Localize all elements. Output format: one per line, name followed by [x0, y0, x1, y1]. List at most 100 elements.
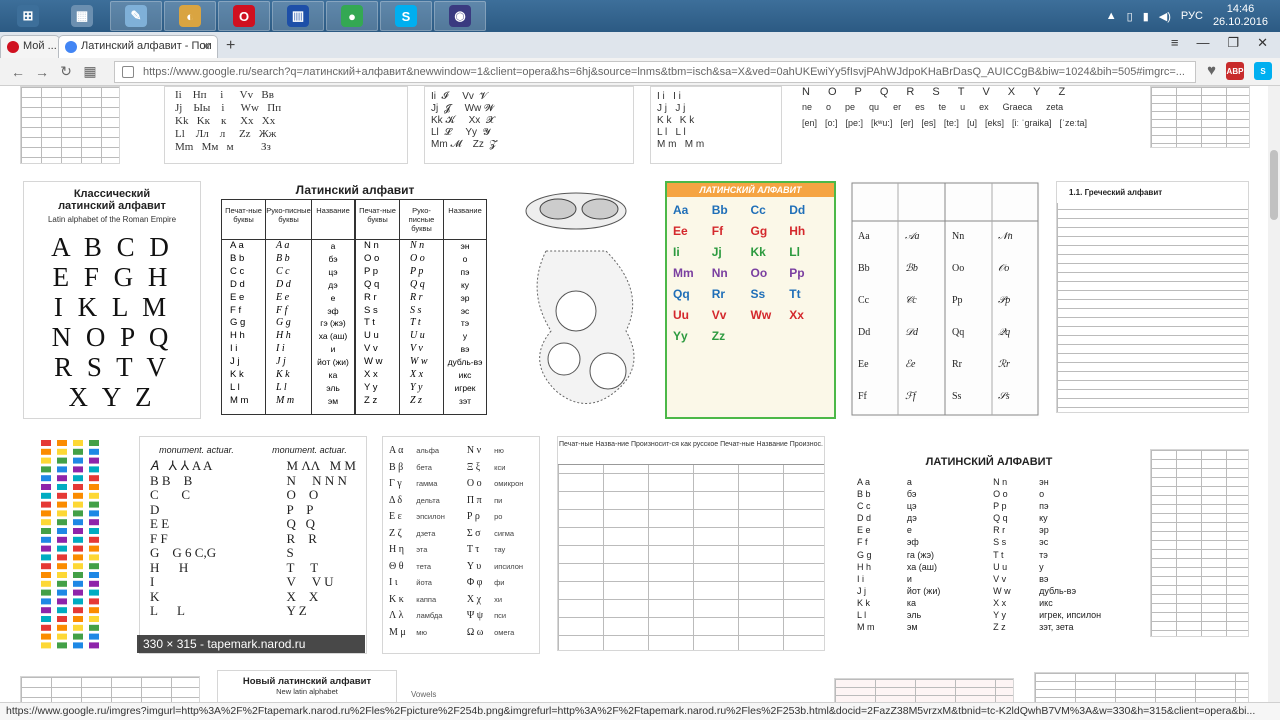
- close-window-icon[interactable]: ✕: [1257, 35, 1268, 51]
- alphabet-pair: Qq: [673, 287, 690, 301]
- svg-text:Bb: Bb: [858, 263, 870, 274]
- phonetic-name: u: [960, 102, 966, 112]
- tray-network-icon[interactable]: ▮: [1143, 10, 1149, 23]
- image-result[interactable]: Ii 𝓘 Vv 𝓥 Jj 𝓙 Ww 𝓦 Kk 𝓚 Xx 𝓧 Ll 𝓛 Yy 𝓨 Mm 𝓜…: [424, 86, 634, 164]
- minimize-icon[interactable]: —: [1196, 35, 1209, 51]
- table-cell-script: Y y: [410, 381, 423, 393]
- taskbar-start-button-button[interactable]: ⊞: [2, 1, 54, 31]
- tab-close-icon[interactable]: ✕: [202, 40, 211, 53]
- image-result-classic-alphabet[interactable]: Классический латинский алфавит Latin alp…: [23, 181, 201, 419]
- alphabet-pair: Uu: [673, 308, 689, 322]
- image-result[interactable]: [20, 676, 200, 702]
- table-cell-script: G g: [276, 317, 291, 329]
- tray-up-arrow-icon[interactable]: ▲: [1106, 10, 1117, 22]
- image-result-phonetic[interactable]: N O P Q R S T V X Y Z ne o pe qu er es te u ex Graeca zeta […: [796, 86, 1136, 132]
- taskbar-opera-button[interactable]: O: [218, 1, 270, 31]
- color-bar-cell: [73, 510, 83, 517]
- image-result-colorful-alphabet[interactable]: ЛАТИНСКИЙ АЛФАВИТ Aa Bb Cc Dd Ee Ff Gg Hh Ii Jj Kk…: [665, 181, 836, 419]
- table-cell-letter: U u: [364, 330, 379, 342]
- table-cell-script: Z z: [410, 394, 422, 406]
- taskbar-skype-button[interactable]: S: [380, 1, 432, 31]
- image-result[interactable]: [1150, 86, 1250, 148]
- taskbar-paint-button[interactable]: ◐: [164, 1, 216, 31]
- table-cell-script: M m: [276, 394, 295, 406]
- image-result-color-bars[interactable]: [37, 436, 107, 654]
- tray-clock[interactable]: 14:46 26.10.2016: [1213, 3, 1268, 29]
- table-header: Руко-писные буквы: [266, 200, 312, 239]
- scrollbar-thumb[interactable]: [1270, 150, 1278, 220]
- greek-letter: Ι ι: [389, 577, 398, 588]
- svg-text:ℰe: ℰe: [905, 359, 916, 370]
- forward-icon[interactable]: →: [30, 64, 54, 80]
- greek-name: ро: [494, 512, 503, 521]
- alphabet-row: E e е R r эр: [857, 524, 1135, 536]
- address-bar[interactable]: https://www.google.ru/search?q=латинский…: [114, 61, 1196, 83]
- color-bar-cell: [41, 642, 51, 649]
- bookmark-heart-icon[interactable]: ♥: [1207, 62, 1216, 80]
- apps-grid-icon[interactable]: ▦: [78, 63, 102, 80]
- tab-previous[interactable]: Мой ...: [0, 35, 60, 58]
- table-cell-letter: R r: [364, 291, 377, 303]
- image-result-drawing[interactable]: [506, 181, 652, 419]
- taskbar-network-button[interactable]: ▥: [272, 1, 324, 31]
- menu-icon[interactable]: ≡: [1171, 35, 1179, 51]
- greek-name: фи: [494, 578, 505, 587]
- back-icon[interactable]: ←: [6, 64, 30, 80]
- image-result[interactable]: [1150, 449, 1249, 637]
- drawing-illustration: [525, 192, 635, 404]
- color-bar-cell: [57, 633, 67, 640]
- image-result-latin-alphabet-2[interactable]: ЛАТИНСКИЙ АЛФАВИТ A a а N n эн B b бэ O o о C c ц…: [843, 448, 1135, 638]
- tray-device-icon[interactable]: ▯: [1127, 10, 1133, 23]
- alphabet-row: G g га (жэ) T t тэ: [857, 549, 1135, 561]
- taskbar-media-button[interactable]: ◉: [434, 1, 486, 31]
- image-result[interactable]: [1034, 672, 1249, 702]
- color-bar-cell: [73, 545, 83, 552]
- svg-text:𝒫p: 𝒫p: [998, 295, 1010, 306]
- vertical-scrollbar[interactable]: [1268, 86, 1280, 702]
- image-result[interactable]: Ii Hп i Vv Вв Jj Ыы i Ww Пп Kk Kк к Xx Х…: [164, 86, 408, 164]
- image-result[interactable]: [20, 86, 120, 164]
- alphabet-cell: L l: [857, 610, 867, 621]
- greek-letter: Υ υ: [466, 560, 482, 572]
- svg-text:ℬb: ℬb: [905, 263, 918, 274]
- skype-extension-icon[interactable]: S: [1254, 62, 1272, 80]
- image-result[interactable]: [834, 678, 1014, 702]
- image-result-monument[interactable]: monument. actuar. monument. actuar. 𝐴 ⅄ …: [139, 436, 367, 654]
- taskbar-calculator-button[interactable]: ▦: [56, 1, 108, 31]
- reload-icon[interactable]: ↻: [54, 63, 78, 80]
- color-bar-cell: [89, 440, 99, 446]
- color-bar-cell: [73, 589, 83, 596]
- page-info-icon[interactable]: [122, 66, 134, 78]
- taskbar-notepad-button[interactable]: ✎: [110, 1, 162, 31]
- svg-text:𝒪o: 𝒪o: [998, 263, 1009, 274]
- color-bar-cell: [73, 475, 83, 482]
- adblock-extension-icon[interactable]: ABP: [1226, 62, 1244, 80]
- alphabet-pair: Vv: [711, 308, 727, 322]
- image-result-latin-table[interactable]: Латинский алфавит Печат-ные буквы Руко-пи…: [219, 181, 491, 419]
- color-bar-cell: [41, 448, 51, 455]
- new-tab-button[interactable]: +: [226, 37, 235, 55]
- taskbar-chrome-button[interactable]: ●: [326, 1, 378, 31]
- calculator-icon: ▦: [71, 5, 93, 27]
- alphabet-cell: игрек, ипсилон: [1039, 610, 1102, 621]
- image-result[interactable]: I i I iJ j J jK k K kL l L lM m M m: [650, 86, 782, 164]
- color-bar-cell: [89, 642, 99, 649]
- image-result-latin-russian-table[interactable]: Печат-ные Назва-ние Произносит-ся как русс…: [557, 436, 825, 651]
- image-result-script-table[interactable]: Aa 𝒜a Nn 𝒩n Bb ℬb Oo 𝒪o Cc 𝒞c Pp 𝒫p Dd 𝒟d Qq 𝒬q Ee ℰe…: [850, 181, 1040, 419]
- table-cell-script: H h: [276, 330, 291, 342]
- alphabet-pair: Pp: [789, 266, 805, 280]
- color-bar-cell: [57, 484, 67, 490]
- tray-volume-icon[interactable]: ◀): [1159, 10, 1171, 23]
- tab-active[interactable]: Латинский алфавит - Пои ✕: [58, 35, 218, 58]
- color-bar-cell: [89, 448, 99, 455]
- chrome-icon: ●: [341, 5, 363, 27]
- maximize-icon[interactable]: ❐: [1227, 35, 1239, 51]
- opera-icon: O: [233, 5, 255, 27]
- image-result-greek-doc[interactable]: 1.1. Греческий алфавит: [1056, 181, 1249, 413]
- image-result-new-latin[interactable]: Новый латинский алфавит New latin alphab…: [217, 670, 397, 702]
- image-result-greek-alphabet[interactable]: Α α Β β Γ γ Δ δ Ε ε Ζ ζ Η η Θ θ Ι ι Κ κ Λ λ Μ μ аль…: [382, 436, 540, 654]
- tray-language[interactable]: РУС: [1181, 10, 1203, 22]
- color-bar-cell: [73, 501, 83, 508]
- table-cell-letter: Y y: [364, 381, 378, 393]
- alphabet-pair: Yy: [673, 329, 688, 343]
